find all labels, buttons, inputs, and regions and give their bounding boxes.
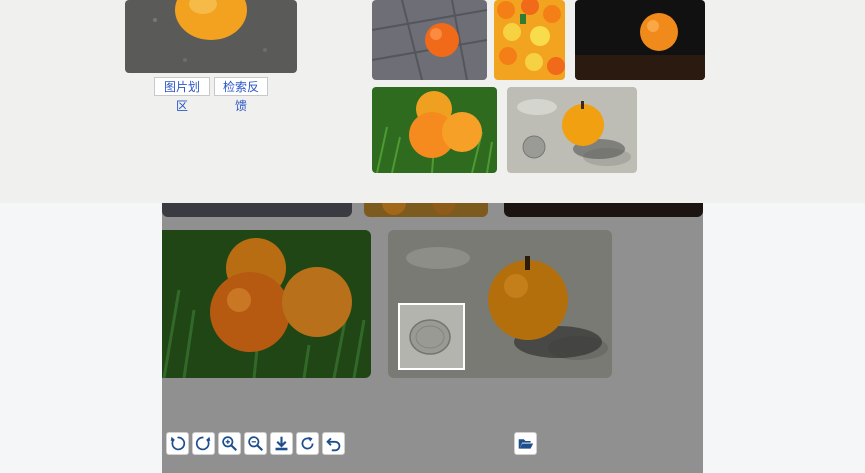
image-region-button[interactable]: 图片划区 xyxy=(154,77,210,113)
region-selection-box[interactable] xyxy=(398,303,465,370)
image-viewer[interactable] xyxy=(162,203,703,473)
result-thumbnail[interactable] xyxy=(507,87,637,173)
folder-open-icon xyxy=(518,439,534,449)
result-thumbnail[interactable] xyxy=(372,0,487,80)
rotate-right-button[interactable] xyxy=(192,432,215,455)
zoom-out-icon xyxy=(248,436,264,452)
result-thumbnail[interactable] xyxy=(494,0,565,80)
download-icon xyxy=(275,436,288,451)
rotate-right-icon xyxy=(195,436,211,451)
zoom-in-button[interactable] xyxy=(218,432,241,455)
query-image xyxy=(125,0,297,73)
zoom-in-icon xyxy=(222,436,238,452)
zoom-out-button[interactable] xyxy=(244,432,267,455)
open-folder-button[interactable] xyxy=(514,432,537,455)
result-thumbnail[interactable] xyxy=(372,87,497,173)
rotate-left-button[interactable] xyxy=(166,432,189,455)
rotate-left-icon xyxy=(170,436,186,451)
refresh-button[interactable] xyxy=(296,432,319,455)
viewer-image xyxy=(162,203,352,217)
viewer-image-grass-oranges xyxy=(162,230,371,378)
search-feedback-button[interactable]: 检索反馈 xyxy=(214,77,268,113)
undo-icon xyxy=(326,437,341,452)
refresh-icon xyxy=(301,436,314,450)
search-results-panel: 图片划区 检索反馈 xyxy=(0,0,865,203)
undo-button[interactable] xyxy=(322,432,345,455)
result-thumbnail[interactable] xyxy=(575,0,705,80)
download-button[interactable] xyxy=(270,432,293,455)
viewer-image xyxy=(364,203,488,217)
viewer-image xyxy=(504,203,703,217)
